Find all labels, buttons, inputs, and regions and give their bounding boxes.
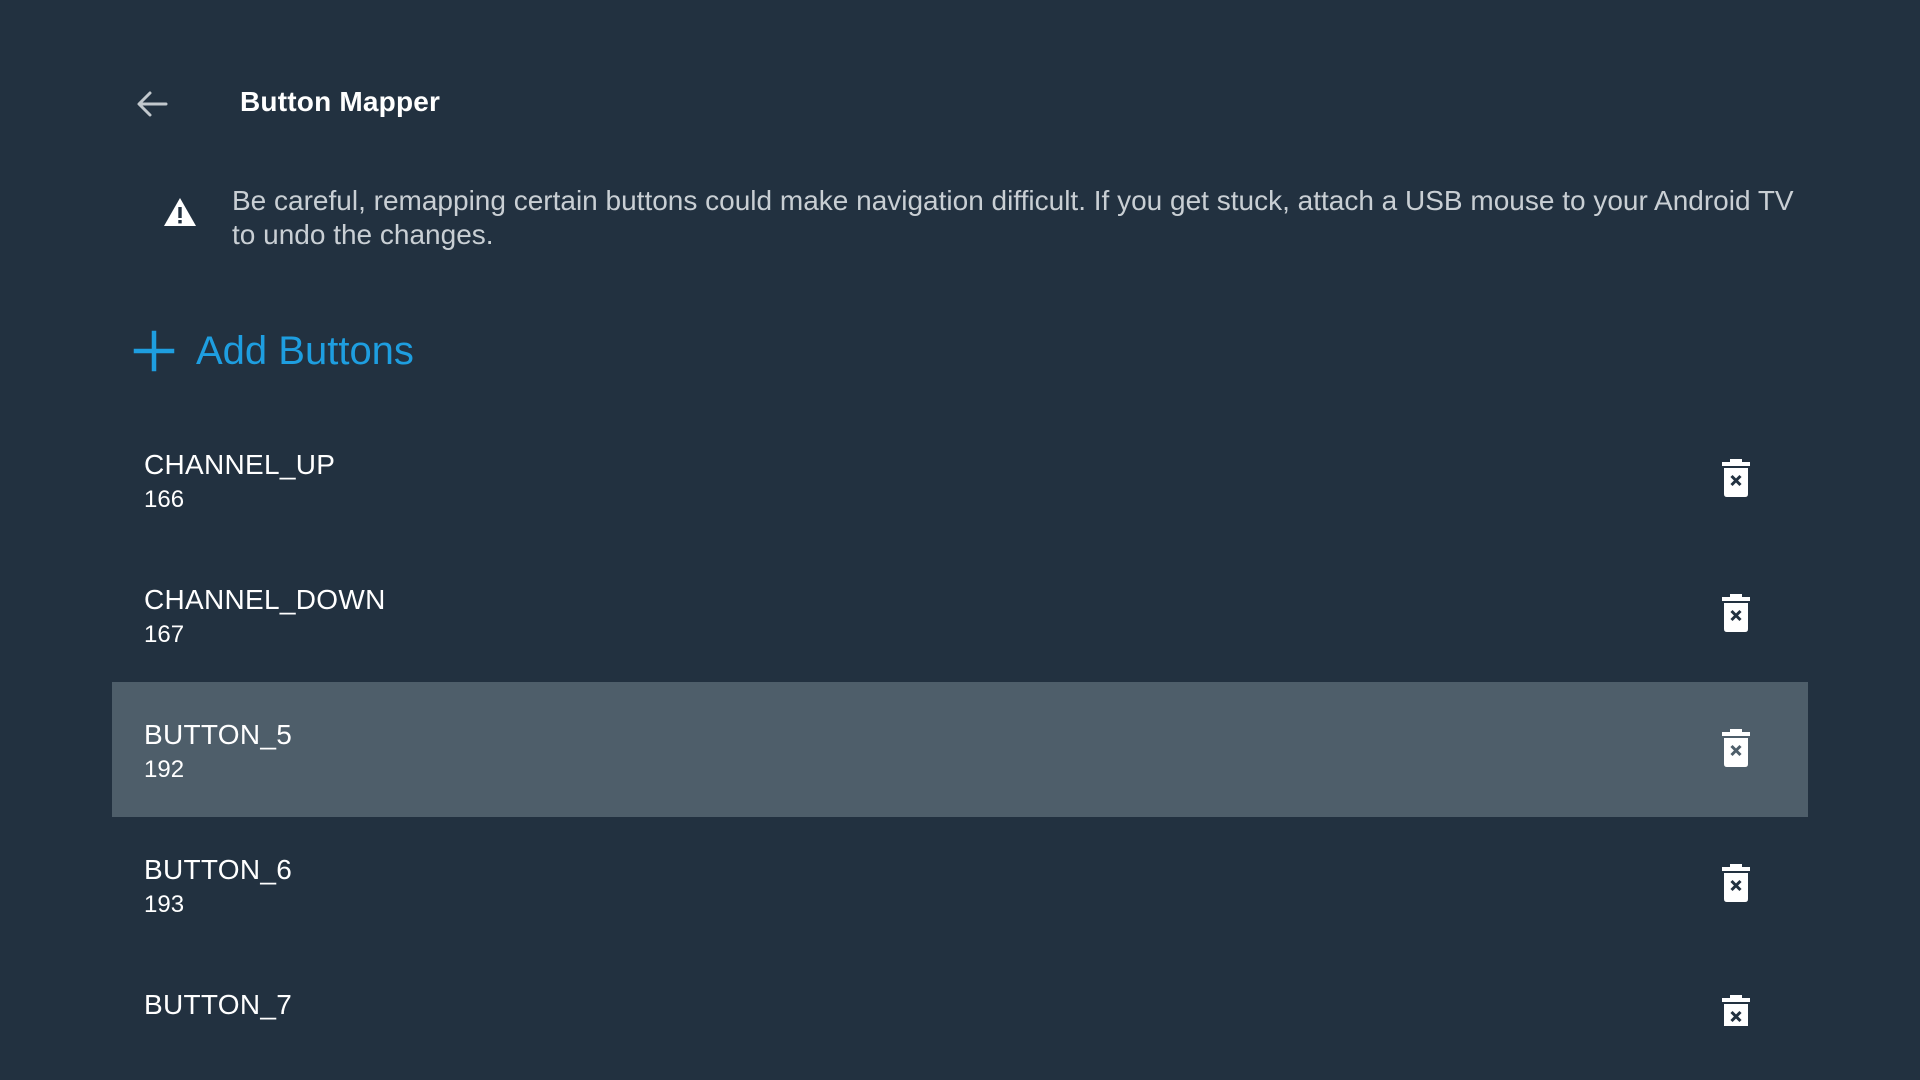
list-item[interactable]: CHANNEL_DOWN 167 [112,547,1808,682]
mapped-buttons-list: CHANNEL_UP 166 CHANNEL_DOWN 167 BUTTON_5… [112,412,1808,1069]
button-name: BUTTON_7 [144,989,293,1020]
add-buttons-button[interactable]: Add Buttons [128,325,414,377]
list-item[interactable]: BUTTON_7 [112,952,1808,1069]
list-item-selected[interactable]: BUTTON_5 192 [112,682,1808,817]
button-name: BUTTON_5 [144,719,293,750]
button-code: 192 [144,756,185,783]
back-button[interactable] [128,80,176,128]
delete-button[interactable] [1712,454,1760,502]
delete-button[interactable] [1712,994,1760,1026]
button-name: CHANNEL_UP [144,449,336,480]
add-buttons-label: Add Buttons [196,328,414,373]
warning-text: Be careful, remapping certain buttons co… [232,185,1794,250]
delete-button[interactable] [1712,589,1760,637]
button-code: 167 [144,621,185,648]
delete-forever-icon [1722,594,1750,632]
list-item[interactable]: BUTTON_6 193 [112,817,1808,952]
delete-forever-icon [1722,729,1750,767]
delete-button[interactable] [1712,724,1760,772]
button-name: BUTTON_6 [144,854,293,885]
list-item[interactable]: CHANNEL_UP 166 [112,412,1808,547]
delete-button[interactable] [1712,859,1760,907]
delete-forever-icon [1722,995,1750,1026]
delete-forever-icon [1722,864,1750,902]
button-code: 166 [144,486,185,513]
button-code: 193 [144,891,185,918]
arrow-back-icon [137,91,168,117]
warning-triangle-icon [164,198,196,226]
plus-icon [133,330,175,372]
delete-forever-icon [1722,459,1750,497]
button-mapper-screen: Button Mapper Be careful, remapping cert… [0,0,1920,1080]
button-name: CHANNEL_DOWN [144,584,386,615]
page-title: Button Mapper [240,86,441,117]
warning-banner: Be careful, remapping certain buttons co… [160,184,1800,252]
